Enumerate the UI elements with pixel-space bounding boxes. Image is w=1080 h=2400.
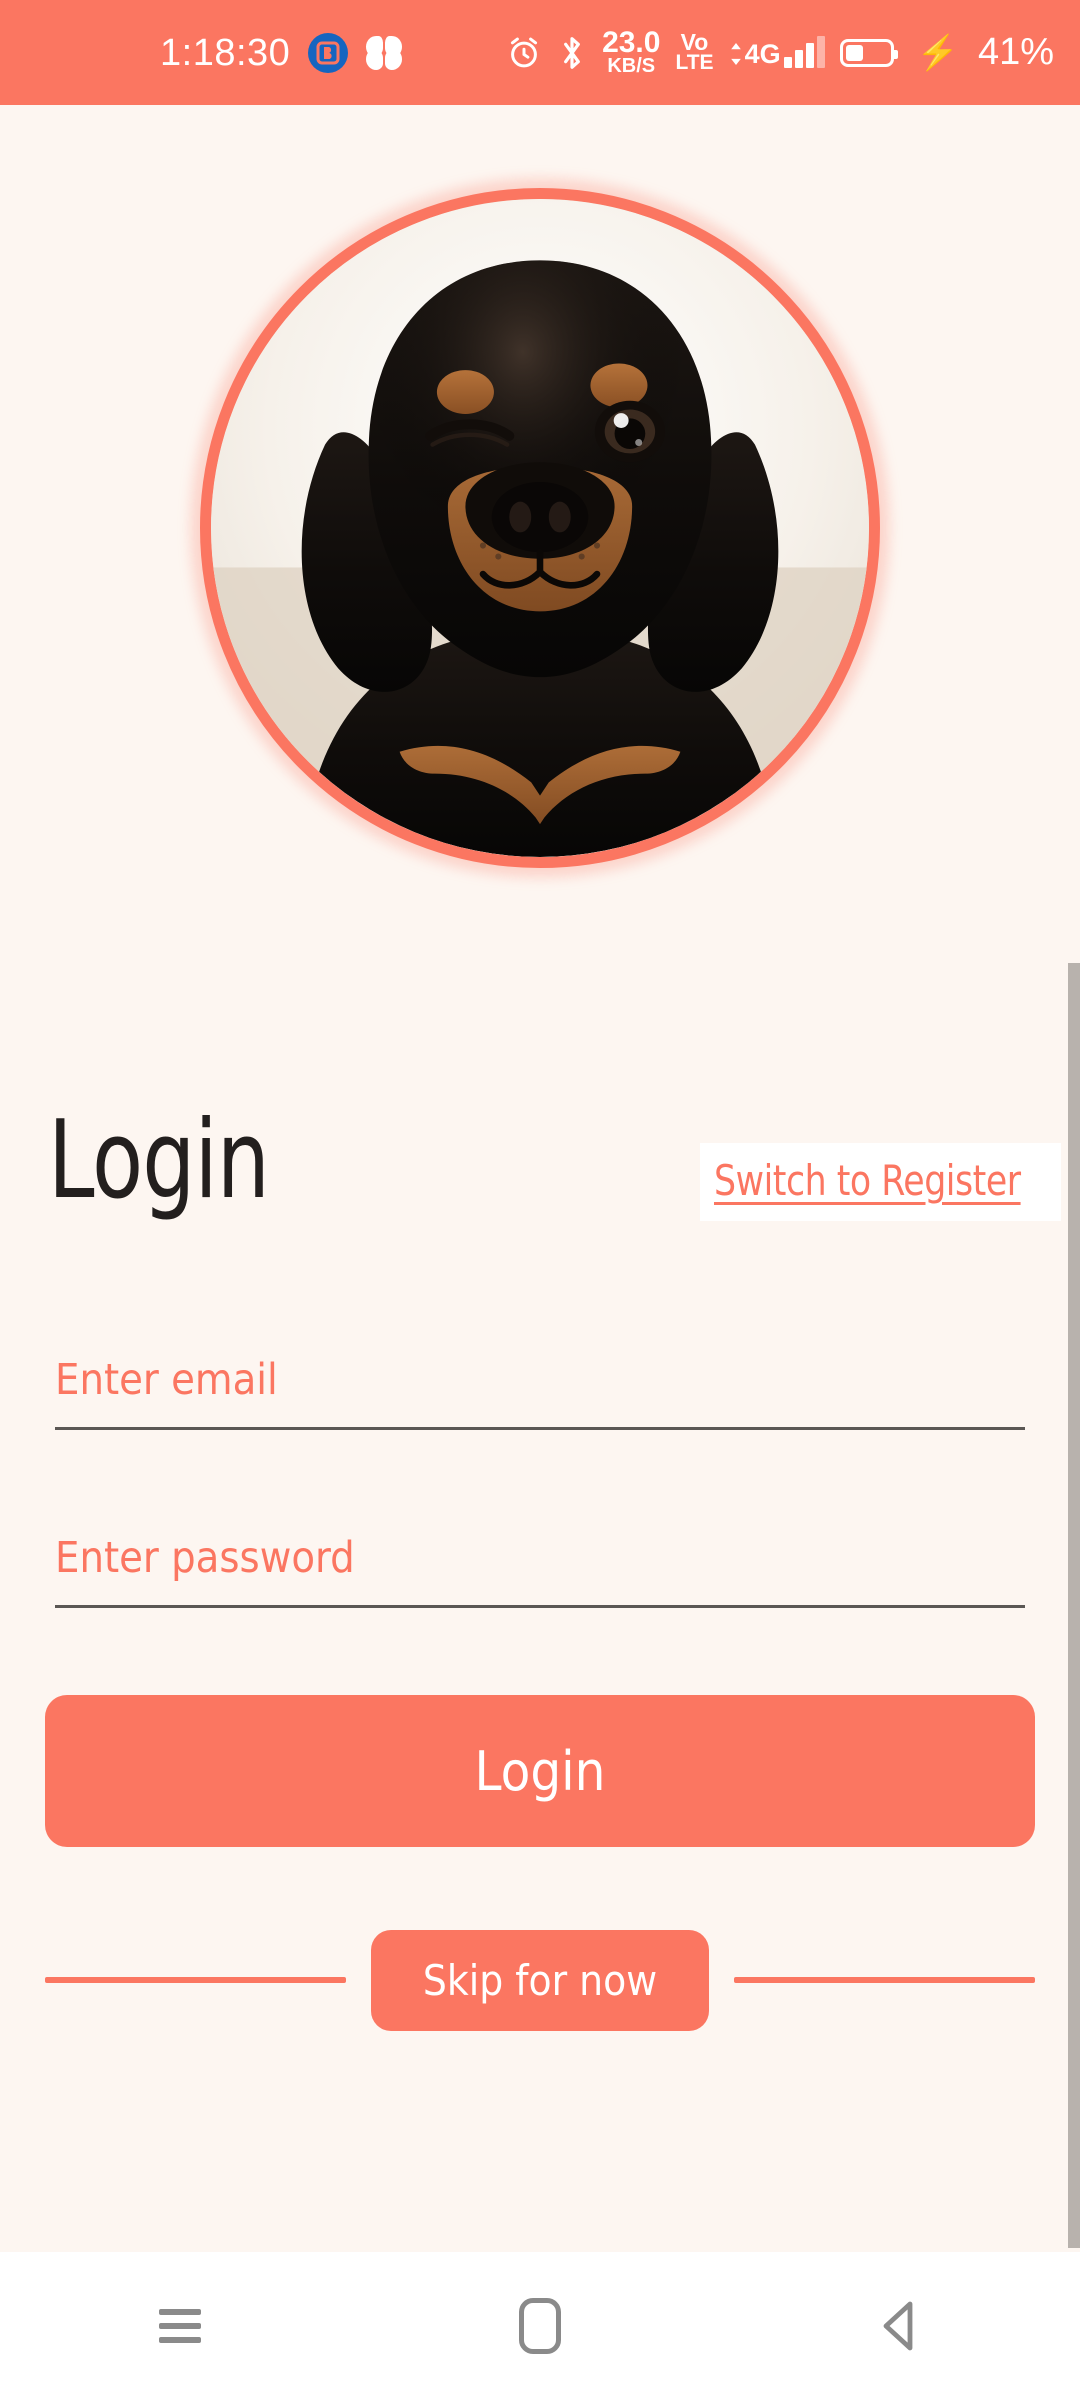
avatar: [200, 188, 880, 868]
battery-percent-label: 41%: [977, 31, 1054, 73]
network-speed-unit: KB/S: [607, 55, 656, 78]
data-transfer-icon: [730, 43, 741, 65]
status-bar: 1:18:30 23.0 KB/S Vo LTE 4G ⚡ 41%: [0, 0, 1080, 105]
mobile-network-label: 4G: [729, 40, 781, 68]
alarm-icon: [506, 35, 542, 71]
recents-menu-icon[interactable]: [105, 2276, 255, 2376]
page-title: Login: [48, 1098, 270, 1223]
app-badge-icon: [308, 32, 349, 73]
charging-bolt-icon: ⚡: [916, 33, 959, 72]
phone-screen: 1:18:30 23.0 KB/S Vo LTE 4G ⚡ 41% Login …: [0, 0, 1080, 2400]
volte-line2: LTE: [675, 51, 714, 75]
skip-for-now-button[interactable]: Skip for now: [370, 1929, 710, 2031]
status-bar-left-group: 1:18:30: [160, 31, 403, 74]
flower-icon: [366, 35, 403, 70]
signal-bars-icon: [783, 35, 825, 68]
network-speed-indicator: 23.0 KB/S: [602, 25, 661, 78]
network-speed-value: 23.0: [602, 25, 661, 59]
mobile-signal-indicator: 4G: [729, 35, 825, 68]
email-field-wrapper: [55, 1355, 1025, 1430]
home-icon[interactable]: [465, 2276, 615, 2376]
avatar-container: [190, 178, 890, 878]
switch-to-register-link[interactable]: Switch to Register: [714, 1156, 1021, 1205]
password-input[interactable]: [55, 1533, 1025, 1608]
divider-right: [734, 1977, 1036, 1983]
login-button[interactable]: Login: [45, 1695, 1035, 1847]
switch-to-register-container[interactable]: Switch to Register: [700, 1143, 1062, 1221]
heading-row: Login Switch to Register: [0, 1107, 1080, 1257]
volte-indicator: Vo LTE: [675, 28, 714, 75]
back-icon[interactable]: [825, 2276, 975, 2376]
system-navigation-bar: [0, 2252, 1080, 2400]
status-bar-right-group: 23.0 KB/S Vo LTE 4G ⚡ 41%: [506, 25, 1054, 78]
bluetooth-icon: [557, 34, 587, 72]
scrollbar-thumb[interactable]: [1068, 963, 1080, 2248]
skip-row: Skip for now: [45, 1928, 1036, 2032]
status-bar-clock: 1:18:30: [160, 31, 291, 74]
app-content: Login Switch to Register Login Skip for …: [0, 105, 1080, 2252]
battery-icon: [839, 38, 898, 67]
divider-left: [45, 1977, 346, 1983]
scrollbar-track[interactable]: [1068, 105, 1080, 2252]
volte-line1: Vo: [680, 28, 709, 55]
email-input[interactable]: [55, 1355, 1025, 1430]
password-field-wrapper: [55, 1533, 1025, 1608]
